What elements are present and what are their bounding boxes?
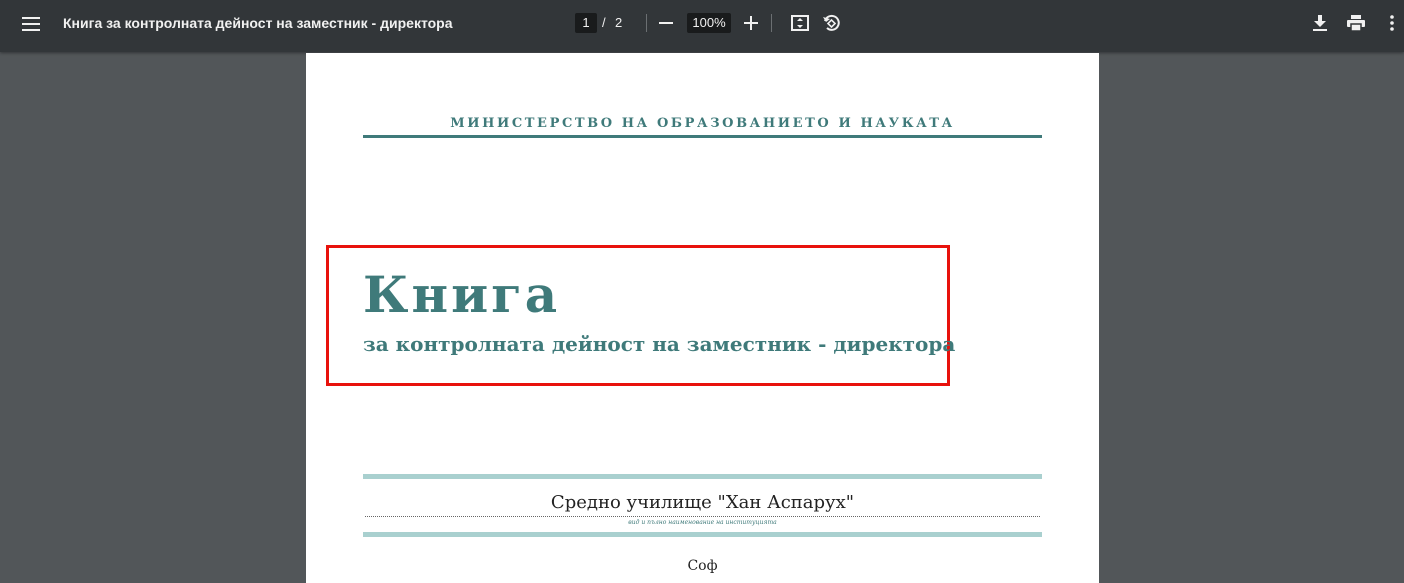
page-total: 2 [615, 15, 623, 30]
page-number-input[interactable]: 1 [575, 13, 597, 33]
more-actions-button[interactable] [1378, 9, 1404, 37]
download-button[interactable] [1306, 9, 1334, 37]
toolbar-divider [646, 14, 647, 32]
dotted-line [365, 516, 1040, 517]
book-subtitle: за контролната дейност на заместник - ди… [363, 332, 956, 356]
print-button[interactable] [1342, 9, 1370, 37]
fit-page-button[interactable] [786, 9, 814, 37]
zoom-level-input[interactable]: 100% [687, 13, 731, 33]
toolbar-divider [771, 14, 772, 32]
download-icon [1313, 15, 1327, 31]
page-separator: / [602, 15, 606, 30]
decorative-band [363, 474, 1042, 479]
rotate-icon [823, 14, 840, 31]
fit-page-icon [791, 15, 809, 31]
institution-caption: вид и пълно наименование на институцията [628, 519, 777, 526]
city-text: Соф [687, 558, 718, 574]
more-icon [1390, 15, 1394, 31]
pdf-toolbar: Книга за контролната дейност на заместни… [0, 0, 1404, 52]
zoom-in-icon [744, 16, 758, 30]
heading-rule [363, 135, 1042, 138]
print-icon [1347, 15, 1365, 31]
school-name: Средно училище "Хан Аспарух" [550, 492, 855, 513]
ministry-heading: МИНИСТЕРСТВО НА ОБРАЗОВАНИЕТО И НАУКАТА [450, 116, 955, 131]
document-title: Книга за контролната дейност на заместни… [63, 15, 453, 31]
menu-button[interactable] [13, 10, 49, 38]
menu-icon [22, 17, 40, 31]
pdf-page: МИНИСТЕРСТВО НА ОБРАЗОВАНИЕТО И НАУКАТА … [306, 53, 1099, 583]
rotate-button[interactable] [817, 9, 845, 37]
zoom-out-button[interactable] [652, 9, 680, 37]
book-title: Книга [363, 265, 561, 324]
zoom-in-button[interactable] [737, 9, 765, 37]
decorative-band [363, 532, 1042, 537]
zoom-out-icon [659, 22, 673, 24]
